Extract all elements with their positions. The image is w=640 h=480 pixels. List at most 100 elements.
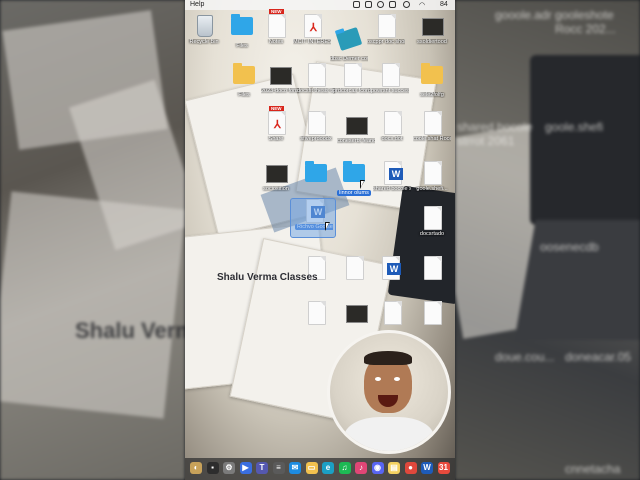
desktop-icon-photo-3[interactable]: sociosiflon [257,160,295,192]
desktop-icon-photo-nature[interactable]: 2023-doco fonsent fre [261,62,299,94]
document-icon [424,111,442,135]
desktop-icon-doc-10[interactable] [413,255,451,281]
right-overlay-label-2: gooleshote Rocc 202... [555,8,616,36]
document-icon [384,111,402,135]
document-icon [268,14,286,38]
drag-selection-ghost [290,198,336,238]
folder-icon [335,27,363,51]
dock-files-app-icon[interactable]: ≡ [272,462,285,474]
clock-icon[interactable] [377,1,384,8]
pdf-file-icon: ⅄ [268,111,286,135]
mouse-cursor-2 [325,222,330,231]
left-backdrop: Shalu Verm [0,0,185,480]
dock-spotify-icon[interactable]: ♫ [338,462,351,474]
desktop-icon-label: prdcorcas fcordit pdf [333,88,371,94]
image-file-icon [266,165,288,183]
desktop-icon-label: coole shat Roce 202 [413,136,451,142]
desktop-icon-doc-12[interactable] [373,300,411,326]
right-overlay-label-8: cnnetacha [565,462,621,476]
desktop-icon-doc-13[interactable] [413,300,451,326]
desktop-icon-doc-goole[interactable]: goole.shefi... [413,160,451,192]
desktop-icon-label: coneserts feance [337,138,375,144]
image-file-icon [346,117,368,135]
desktop-icon-label: powrsnt succesctia [371,88,409,94]
desktop-icon-folder-linnor[interactable]: linnor olums [335,160,373,196]
desktop-icon-doc-6[interactable]: docs.dot [373,110,411,142]
desktop-icon-label: Files [238,92,250,98]
dock-finder-icon[interactable]: ◐ [190,462,202,474]
desktop-icon-label: linnor olums [337,190,371,196]
document-icon [308,111,326,135]
image-file-icon [346,305,368,323]
word-file-icon: W [382,256,401,280]
desktop-icon-label: shared bocole strrot 2061 [373,186,411,192]
desktop-icon-photo-2[interactable]: coneserts feance [337,112,375,144]
desktop-icon-notes[interactable]: NEW Notes [257,9,295,45]
desktop-icon-label: sele2folfg [420,92,444,98]
trash-icon [197,15,213,37]
desktop-icon-thinkpad-doc[interactable]: ssoldiertood [413,13,451,45]
control-center-icon[interactable] [389,1,396,8]
dock-app-dark-icon[interactable]: ▪ [206,462,219,474]
document-icon [346,256,364,280]
desktop-icon-pdf-2[interactable]: ⅄ NEW Share [257,106,295,142]
desktop-icon-label: Recycle Bin [189,39,219,45]
desktop-icon-doc-3[interactable]: prdcorcas fcordit pdf [333,62,371,94]
pdf-file-icon: ⅄ [304,14,322,38]
desktop-icon-label: Files [236,43,248,49]
dock-settings-icon[interactable]: ⚙ [223,462,235,474]
desktop-icon-dbs-demer-folder[interactable]: dbsc Demer cower gone [330,26,368,62]
dock-calendar-icon[interactable]: 31 [437,462,450,474]
dock-discord-icon[interactable]: ◉ [371,462,384,474]
presenter-webcam [327,330,451,454]
dock-folder-icon[interactable]: ▭ [305,462,318,474]
desktop-icon-label: MCIT INTEREST cument con [293,39,331,45]
desktop-icon-folder-blue-2[interactable] [297,160,335,190]
wifi-signal-icon[interactable]: ◠ [419,1,426,9]
document-icon [308,63,326,87]
dock-zoom-icon[interactable]: ▶ [239,462,252,474]
presenter-eye-left [375,377,381,381]
image-file-icon [270,67,292,85]
desktop-area: Help ◠ 84 Recycle Bin Files NEW Notes ⅄ MCIT … [185,0,455,480]
dock-teams-icon[interactable]: T [256,462,268,474]
dock-itunes-icon[interactable]: ♪ [355,462,367,474]
desktop-icon-doc-5[interactable]: sfiveprdoodx [297,110,335,142]
desktop-icon-files-folder[interactable]: Files [223,13,261,49]
dock-chrome-icon[interactable]: ● [404,462,417,474]
menu-help[interactable]: Help [190,1,204,8]
document-icon [424,161,442,185]
desktop-icon-doc-7[interactable]: coole shat Roce 202 [413,110,451,142]
info-icon[interactable] [403,1,410,8]
right-overlay-label-4: shared bocole strrot 2061 [457,120,533,148]
desktop-icon-pdf-1[interactable]: ⅄MCIT INTEREST cument con [293,13,331,45]
desktop-icon-label: docs.dot [381,136,403,142]
desktop-icon-doc-11[interactable] [297,300,335,326]
desktop-icon-files-yellow[interactable]: Files [225,62,263,98]
desktop-icon-word-1[interactable]: Wshared bocole strrot 2061 [373,160,411,192]
desktop-icon-label: Share [268,136,284,142]
dock-word-app-icon[interactable]: W [421,462,433,474]
desktop-icon-word-2[interactable]: W [371,255,409,281]
wifi-icon[interactable] [353,1,360,8]
desktop-icon-recycle-bin[interactable]: Recycle Bin [185,13,223,45]
dock-notes-app-icon[interactable]: ▤ [388,462,400,474]
desktop-icon-label: goole.shefi... [416,186,448,192]
desktop-icon-label: 2023-doco fonsent fre [261,88,299,94]
desktop-icon-doc-oscppr[interactable]: oscppr doc sholu docment [367,13,405,45]
desktop-icon-doc-doteo[interactable]: docsrtado [413,205,451,237]
desktop-icon-photo-4[interactable] [337,300,375,326]
right-overlay-label-6: doue.cou... [495,350,555,364]
document-icon [424,256,442,280]
desktop-icon-doc-9[interactable] [335,255,373,281]
desktop-icon-files-yellow-2[interactable]: sele2folfg [413,62,451,98]
dock-mail-icon[interactable]: ✉ [289,462,301,474]
desktop-icon-doc-4[interactable]: powrsnt succesctia [371,62,409,94]
desktop-icon-label: ssoldiertood [417,39,447,45]
desktop-icon-doc-2[interactable]: docsfit thesis tomforg Ds [297,62,335,94]
presenter-shirt [344,417,434,451]
desktop-icon-label: Notes [268,39,284,45]
display-icon[interactable] [365,1,372,8]
right-overlay-label-7: doneacar.05 [565,350,632,364]
dock-edge-icon[interactable]: e [322,462,334,474]
